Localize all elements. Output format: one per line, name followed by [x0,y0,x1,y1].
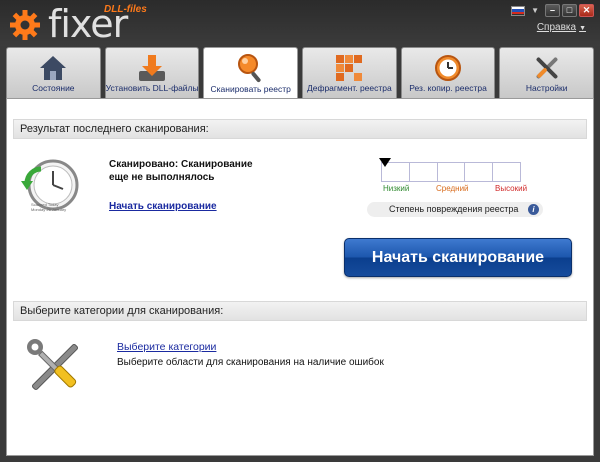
home-icon [40,56,67,80]
help-dropdown-icon: ▼ [579,25,586,32]
clock-caption: Scanned Today Monday 26 January [31,202,66,212]
damage-level-label: Степень повреждения реестра i [367,202,543,217]
language-dropdown-icon[interactable]: ▼ [531,6,539,15]
tab-status-label: Состояние [32,83,75,93]
tab-defrag-registry-label: Дефрагмент. реестра [306,83,392,93]
maximize-button[interactable]: □ [562,4,577,17]
tab-install-dll[interactable]: Установить DLL-файлы [104,47,200,98]
tab-install-dll-label: Установить DLL-файлы [105,83,199,93]
help-label: Справка [536,22,577,33]
app-window: DLL-files fixer ▼ – □ ✕ Справка ▼ Состоян… [0,0,600,462]
clock-caption-line2: Monday 26 January [31,207,67,212]
main-tabs: Состояние Установить DLL-файлы Сканирова… [6,47,595,99]
minimize-button[interactable]: – [545,4,560,17]
info-icon[interactable]: i [528,204,539,215]
tools-icon [536,57,558,79]
level-low-label: Низкий [383,184,410,193]
backup-clock-icon [435,55,462,81]
damage-meter [381,162,521,182]
title-bar: DLL-files fixer ▼ – □ ✕ Справка ▼ [0,0,600,46]
tab-backup-registry-label: Рез. копир. реестра [409,83,487,93]
meter-segment [465,163,494,181]
categories-header: Выберите категории для сканирования: [13,301,587,321]
last-scan-status-line2: еще не выполнялось [109,172,215,183]
meter-pointer-icon [379,158,391,167]
language-flag-icon[interactable] [511,5,526,16]
last-scan-status: Сканировано: Сканирование еще не выполня… [109,158,269,184]
meter-segment [493,163,520,181]
level-high-label: Высокий [495,184,528,193]
tab-scan-registry[interactable]: Сканировать реестр [203,47,299,99]
last-scan-status-line1: Сканировано: Сканирование [109,159,253,170]
start-scan-link[interactable]: Начать сканирование [109,201,217,212]
help-menu[interactable]: Справка ▼ [537,22,586,33]
tab-defrag-registry[interactable]: Дефрагмент. реестра [302,47,397,98]
select-categories-link[interactable]: Выберите категории [117,341,216,353]
tab-settings[interactable]: Настройки [499,47,595,98]
tab-status[interactable]: Состояние [6,47,101,98]
meter-segment [438,163,466,181]
app-logo: DLL-files fixer [8,2,168,46]
gear-logo-icon [10,10,40,40]
categories-description: Выберите области для сканирования на нал… [117,357,384,368]
tab-scan-registry-label: Сканировать реестр [210,84,291,94]
last-scan-header: Результат последнего сканирования: [13,119,587,139]
start-scan-button[interactable]: Начать сканирование [344,238,572,277]
tab-settings-label: Настройки [525,83,568,93]
download-icon [139,55,165,81]
close-button[interactable]: ✕ [579,4,594,17]
defrag-blocks-icon [336,55,363,81]
tab-backup-registry[interactable]: Рез. копир. реестра [400,47,496,98]
window-controls: ▼ – □ ✕ [511,4,594,17]
magnifier-icon [237,54,261,83]
scan-history-clock-icon [21,159,79,211]
level-mid-label: Средний [436,184,469,193]
meter-segment [410,163,438,181]
logo-name-text: fixer [48,2,128,46]
wrench-screwdriver-icon [27,339,79,391]
scan-registry-panel: Результат последнего сканирования: Scann… [6,98,594,456]
damage-level-text: Степень повреждения реестра [389,204,519,214]
